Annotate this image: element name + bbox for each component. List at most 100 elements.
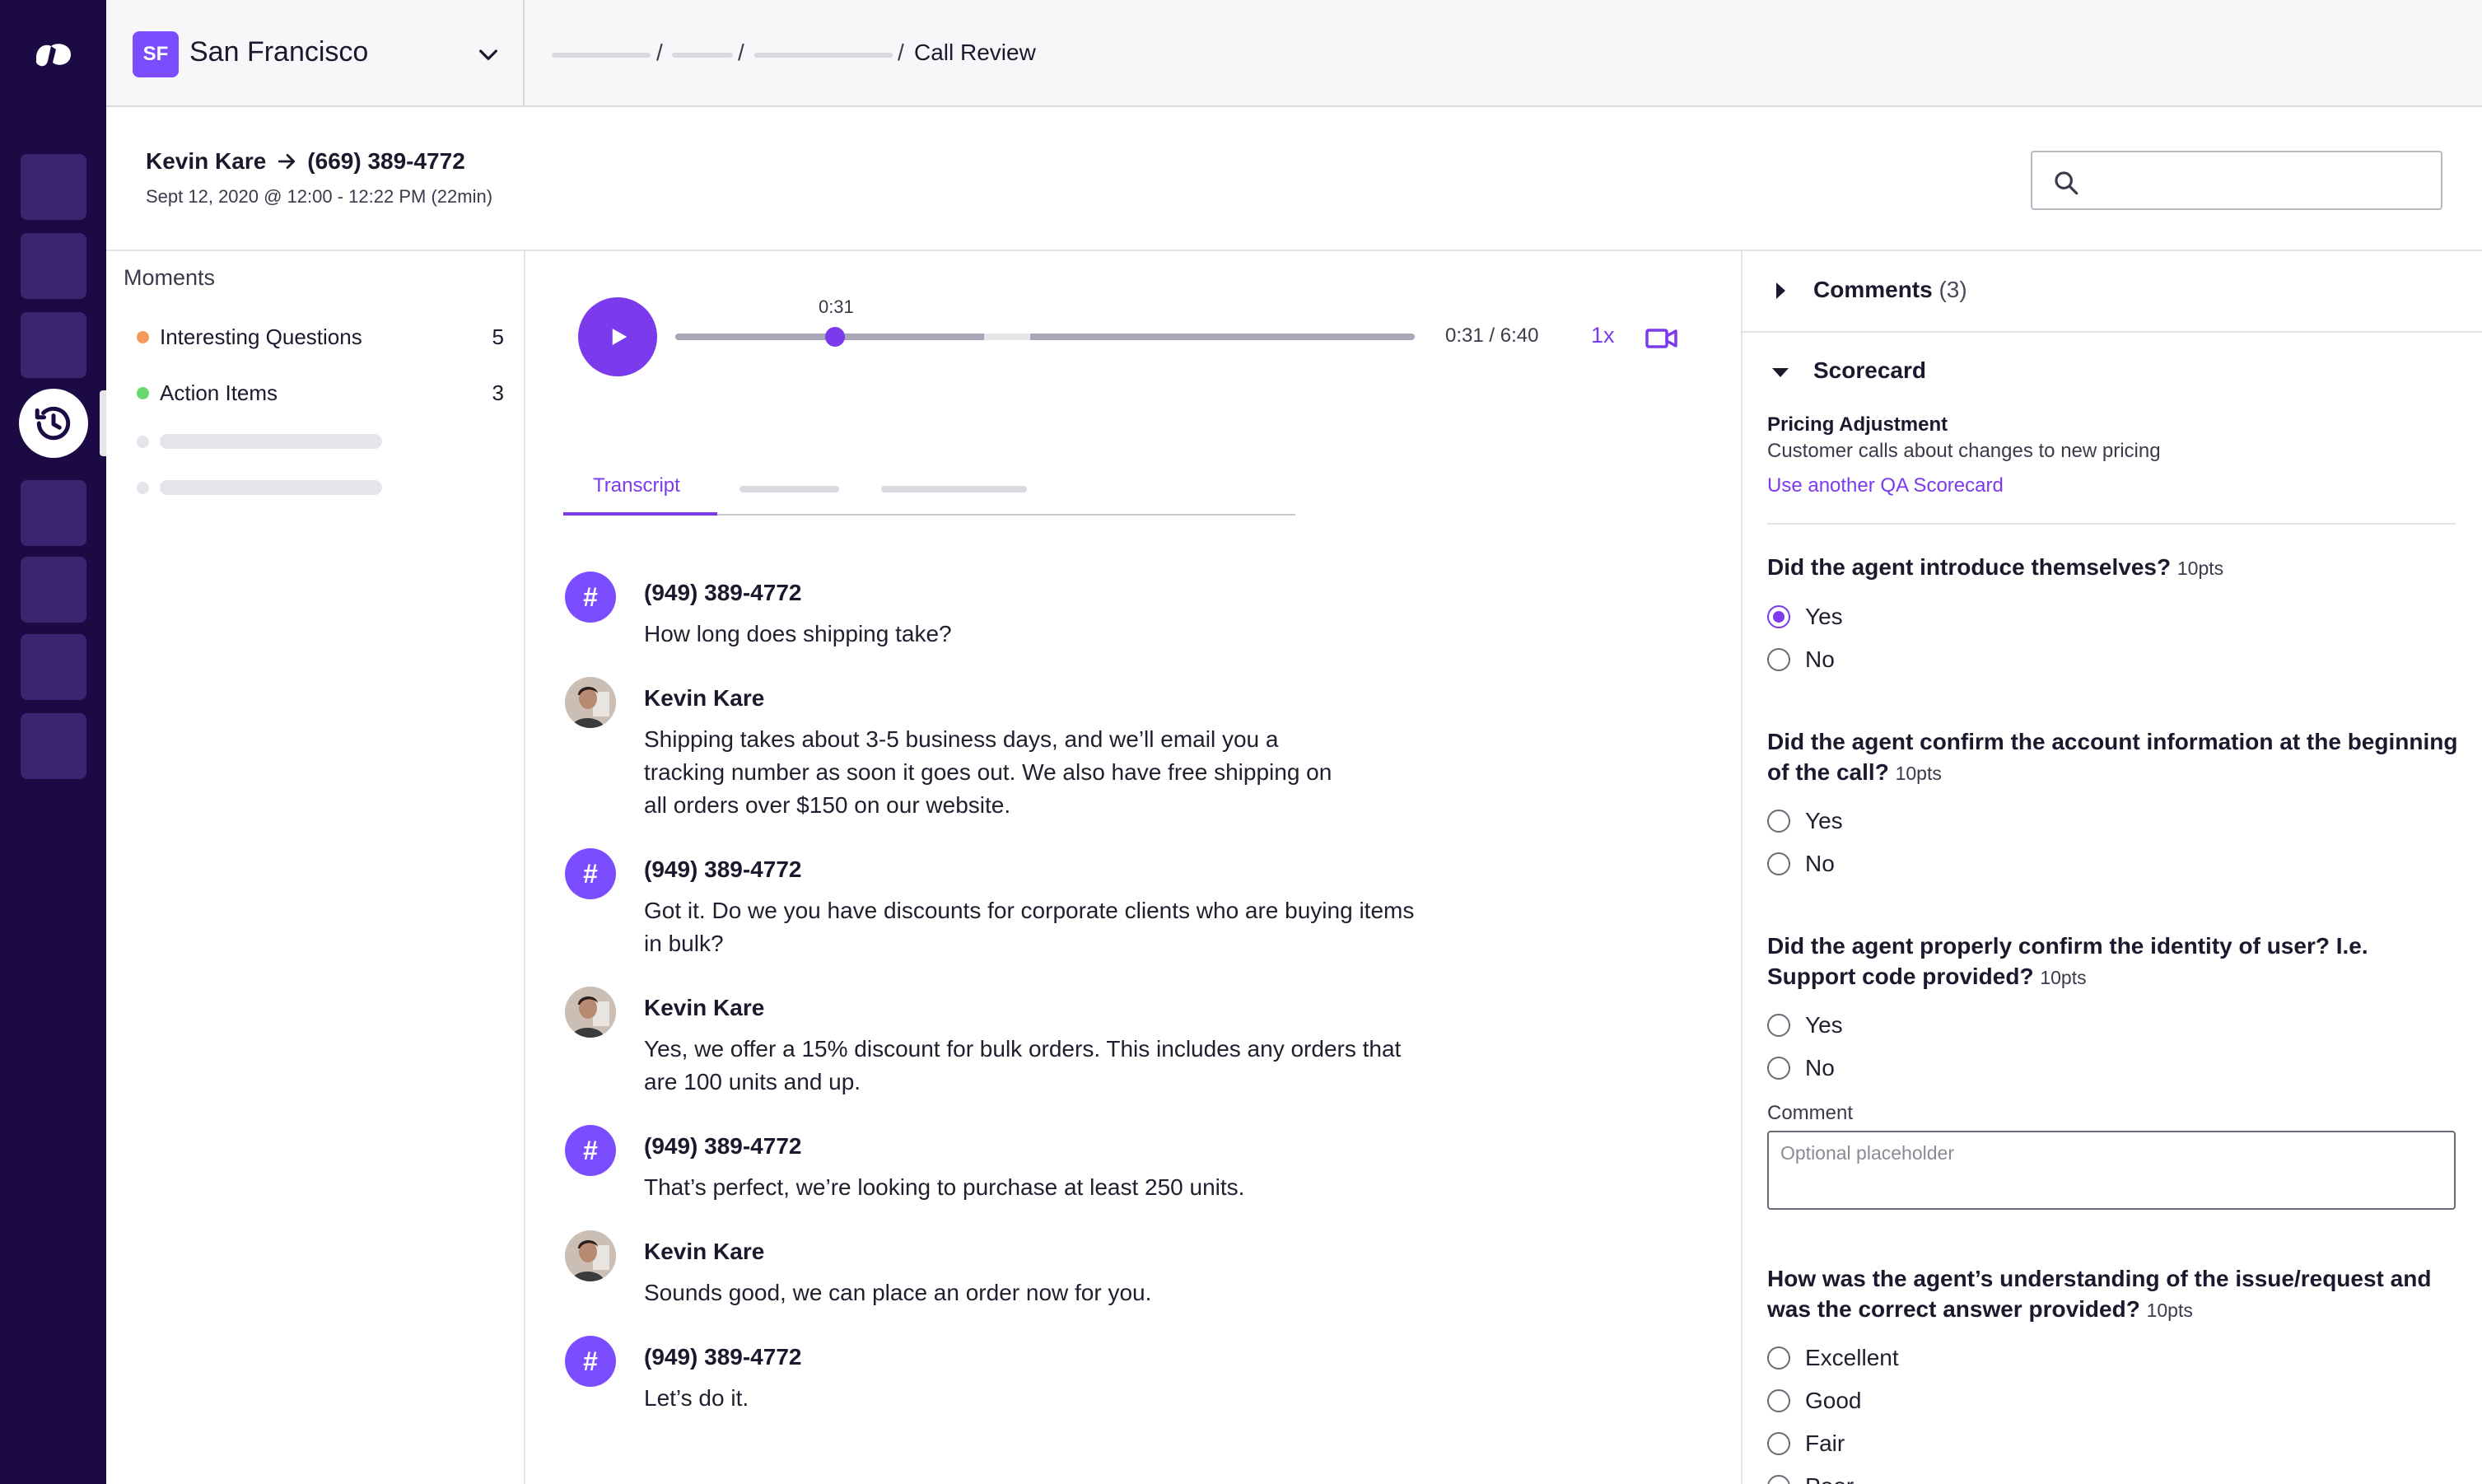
breadcrumb-placeholder[interactable] [552, 53, 651, 58]
tab-placeholder[interactable] [739, 486, 839, 492]
scorecard-question: Did the agent confirm the account inform… [1767, 726, 2459, 789]
search-box[interactable] [2031, 151, 2442, 210]
radio-option-poor[interactable]: Poor [1767, 1472, 1854, 1484]
caller-avatar: # [565, 1336, 616, 1387]
moments-title: Moments [124, 265, 216, 290]
radio-label: No [1805, 851, 1835, 876]
speaker-name: (949) 389-4772 [644, 580, 802, 605]
change-scorecard-link[interactable]: Use another QA Scorecard [1767, 474, 2004, 497]
radio-circle[interactable] [1767, 852, 1790, 875]
radio-option-excellent[interactable]: Excellent [1767, 1344, 1899, 1372]
comments-divider [1743, 331, 2482, 333]
nav-item-history[interactable] [19, 389, 88, 458]
moment-item[interactable]: Action Items 3 [137, 377, 504, 410]
nav-item-6[interactable] [21, 557, 86, 623]
radio-circle[interactable] [1767, 1014, 1790, 1037]
tab-placeholder[interactable] [881, 486, 1027, 492]
radio-label: Yes [1805, 808, 1843, 833]
speaker-name: (949) 389-4772 [644, 1344, 802, 1370]
radio-circle[interactable] [1767, 1432, 1790, 1455]
call-meta: Sept 12, 2020 @ 12:00 - 12:22 PM (22min) [146, 186, 493, 207]
caller-avatar: # [565, 572, 616, 623]
radio-circle[interactable] [1767, 1475, 1790, 1484]
moments-divider [524, 251, 525, 1484]
moment-placeholder-dot [137, 436, 149, 448]
radio-circle[interactable] [1767, 648, 1790, 671]
radio-option-fair[interactable]: Fair [1767, 1430, 1845, 1458]
breadcrumb-separator: / [898, 40, 904, 65]
radio-option-no[interactable]: No [1767, 1054, 1835, 1082]
radio-option-good[interactable]: Good [1767, 1387, 1862, 1415]
radio-option-yes[interactable]: Yes [1767, 603, 1843, 631]
comment-field[interactable] [1767, 1131, 2456, 1210]
comments-title: Comments (3) [1813, 277, 1967, 303]
radio-label: Yes [1805, 1012, 1843, 1038]
comments-count: (3) [1938, 277, 1967, 302]
radio-option-no[interactable]: No [1767, 850, 1835, 878]
radio-circle[interactable] [1767, 1346, 1790, 1370]
radio-label: Good [1805, 1388, 1862, 1413]
scorecard-name: Pricing Adjustment [1767, 413, 1948, 436]
message-text: Sounds good, we can place an order now f… [644, 1280, 1152, 1305]
scorecard-question: Did the agent properly confirm the ident… [1767, 931, 2459, 993]
location-picker[interactable]: SF San Francisco [106, 0, 525, 107]
progress-knob[interactable] [824, 327, 845, 347]
breadcrumb-placeholder[interactable] [672, 53, 733, 58]
speaker-name: Kevin Kare [644, 995, 765, 1020]
play-button[interactable] [578, 297, 657, 376]
moment-dot [137, 387, 149, 399]
tab-active-underline [563, 512, 717, 516]
location-badge: SF [133, 31, 179, 77]
moment-count: 3 [492, 380, 504, 405]
logo-icon[interactable] [33, 40, 74, 72]
radio-circle[interactable] [1767, 1057, 1790, 1080]
message-text: Yes, we offer a 15% discount for bulk or… [644, 1036, 1402, 1094]
question-text: Did the agent introduce themselves? [1767, 554, 2172, 580]
breadcrumb-placeholder[interactable] [754, 53, 893, 58]
moment-placeholder[interactable] [160, 434, 382, 449]
moment-label: Interesting Questions [160, 324, 362, 349]
radio-option-no[interactable]: No [1767, 646, 1835, 674]
play-icon [612, 329, 627, 345]
moment-item[interactable]: Interesting Questions 5 [137, 321, 504, 354]
speaker-name: Kevin Kare [644, 1239, 765, 1264]
scorecard-question: How was the agent’s understanding of the… [1767, 1263, 2459, 1326]
search-input[interactable] [2092, 161, 2429, 202]
active-nav-indicator [100, 390, 106, 456]
progress-gap [984, 334, 1031, 340]
progress-track[interactable] [675, 334, 1415, 340]
agent-avatar [565, 1230, 616, 1281]
comments-label: Comments [1813, 277, 1933, 302]
radio-circle[interactable] [1767, 1389, 1790, 1412]
radio-label: No [1805, 646, 1835, 672]
nav-item-3[interactable] [21, 312, 86, 378]
caret-down-icon[interactable] [1771, 366, 1790, 379]
radio-option-yes[interactable]: Yes [1767, 807, 1843, 835]
radio-selected[interactable] [1767, 605, 1790, 628]
message-text: How long does shipping take? [644, 621, 952, 646]
scorecard-question: Did the agent introduce themselves? 10pt… [1767, 552, 2459, 584]
nav-item-7[interactable] [21, 634, 86, 700]
agent-avatar [565, 987, 616, 1038]
moment-placeholder[interactable] [160, 480, 382, 495]
radio-label: Fair [1805, 1430, 1845, 1456]
scorecard-title[interactable]: Scorecard [1813, 357, 1926, 384]
nav-item-8[interactable] [21, 713, 86, 779]
radio-label: Poor [1805, 1473, 1854, 1484]
panel-divider [1741, 251, 1743, 1484]
tab-transcript[interactable]: Transcript [593, 474, 680, 497]
video-icon[interactable] [1645, 326, 1678, 351]
callee-number: (669) 389-4772 [307, 148, 465, 174]
time-readout: 0:31 / 6:40 [1445, 324, 1539, 347]
nav-item-2[interactable] [21, 233, 86, 299]
nav-item-5[interactable] [21, 480, 86, 546]
nav-item-1[interactable] [21, 154, 86, 220]
chevron-down-icon [479, 49, 497, 60]
nav-rail [0, 0, 106, 1484]
radio-option-yes[interactable]: Yes [1767, 1011, 1843, 1039]
question-text: How was the agent’s understanding of the… [1767, 1266, 2432, 1322]
moment-placeholder-dot [137, 482, 149, 494]
playback-speed[interactable]: 1x [1591, 323, 1615, 348]
message-text: Shipping takes about 3-5 business days, … [644, 726, 1332, 818]
radio-circle[interactable] [1767, 810, 1790, 833]
